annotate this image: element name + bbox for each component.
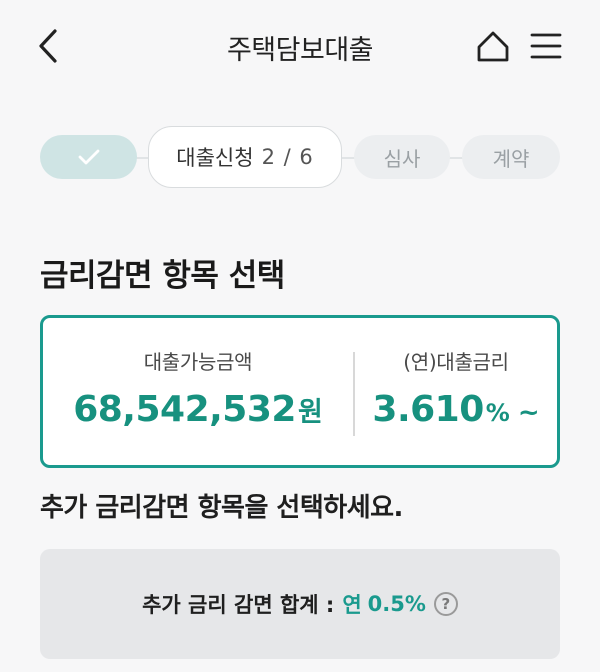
interest-rate-number: 3.610 xyxy=(372,389,484,430)
interest-rate-value: 3.610 % ~ xyxy=(372,389,539,430)
interest-rate-unit: % xyxy=(485,399,510,427)
hamburger-menu-icon xyxy=(530,33,562,59)
interest-rate-block: (연)대출금리 3.610 % ~ xyxy=(355,318,557,465)
home-icon xyxy=(477,31,509,62)
app-header: 주택담보대출 xyxy=(0,0,600,92)
step-review[interactable]: 심사 xyxy=(354,135,450,179)
loan-amount-block: 대출가능금액 68,542,532 원 xyxy=(43,318,353,465)
total-discount-year: 연 xyxy=(342,593,362,617)
loan-summary-card: 대출가능금액 68,542,532 원 (연)대출금리 3.610 % ~ xyxy=(40,315,560,468)
help-icon[interactable]: ? xyxy=(433,592,458,616)
instruction-text: 추가 금리감면 항목을 선택하세요. xyxy=(40,493,403,523)
step-completed[interactable] xyxy=(40,135,137,179)
step-current-label: 대출신청 xyxy=(176,146,254,170)
loan-amount-label: 대출가능금액 xyxy=(143,350,253,374)
check-icon xyxy=(78,149,99,165)
step-contract[interactable]: 계약 xyxy=(462,135,560,179)
interest-rate-label: (연)대출금리 xyxy=(403,350,509,374)
home-button[interactable] xyxy=(474,28,512,64)
total-discount-row: 추가 금리 감면 합계 : 연 0.5% ? xyxy=(142,589,458,619)
loan-amount-unit: 원 xyxy=(297,397,323,428)
step-current-count: 2 / 6 xyxy=(261,145,314,169)
total-discount-box: 추가 금리 감면 합계 : 연 0.5% ? xyxy=(40,549,560,659)
step-current[interactable]: 대출신청 2 / 6 xyxy=(148,126,342,188)
section-title: 금리감면 항목 선택 xyxy=(40,258,285,294)
interest-rate-suffix: ~ xyxy=(517,398,540,428)
progress-stepper: 대출신청 2 / 6 심사 계약 xyxy=(40,126,560,190)
loan-amount-value: 68,542,532 원 xyxy=(73,389,323,430)
menu-button[interactable] xyxy=(526,28,566,64)
total-discount-rate: 0.5% xyxy=(367,592,426,616)
loan-amount-number: 68,542,532 xyxy=(73,389,296,430)
total-discount-label: 추가 금리 감면 합계 : xyxy=(142,593,335,617)
